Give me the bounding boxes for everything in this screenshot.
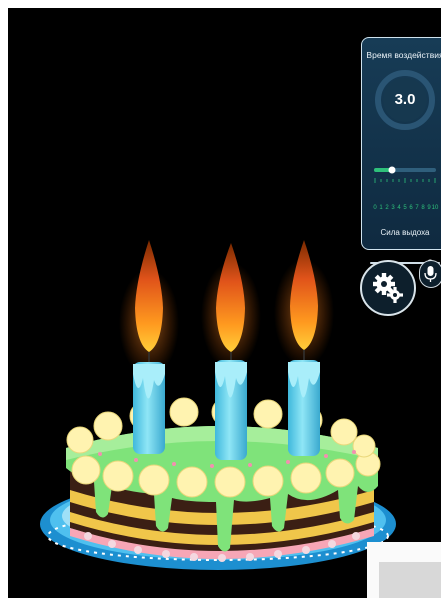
tick-label: 3 (391, 205, 395, 211)
time-slider-ticks: 0 1 2 3 4 5 6 7 8 9 10 (372, 205, 438, 214)
time-value: 3.0 (394, 91, 416, 108)
tick-label: 5 (403, 205, 407, 211)
tick-label: 0 (373, 205, 377, 211)
tick-label: 7 (415, 205, 419, 211)
candle-1[interactable] (119, 240, 179, 454)
tick-label: 9 (427, 205, 431, 211)
time-slider-thumb[interactable] (388, 166, 396, 174)
microphone-button[interactable] (419, 260, 441, 288)
exposure-time-title: Время воздействия (366, 50, 441, 60)
game-stage: Время воздействия 3.0 0 1 2 3 4 5 6 7 8 9 10 Сила … (8, 8, 441, 598)
time-slider[interactable] (372, 166, 438, 194)
overlay-corner (367, 542, 441, 598)
tick-label: 2 (385, 205, 389, 211)
tick-label: 6 (409, 205, 413, 211)
tick-label: 10 (431, 205, 439, 211)
mic-icon (424, 266, 437, 282)
tick-label: 8 (421, 205, 425, 211)
overlay-box (379, 562, 441, 598)
exhale-strength-title: Сила выдоха (380, 228, 430, 237)
tick-label: 1 (379, 205, 383, 211)
settings-panel: Время воздействия 3.0 0 1 2 3 4 5 6 7 8 9 10 Сила … (361, 37, 441, 267)
settings-button[interactable] (360, 260, 416, 316)
gear-icon (373, 273, 403, 303)
tick-label: 4 (397, 205, 401, 211)
candle-3[interactable] (274, 240, 334, 456)
